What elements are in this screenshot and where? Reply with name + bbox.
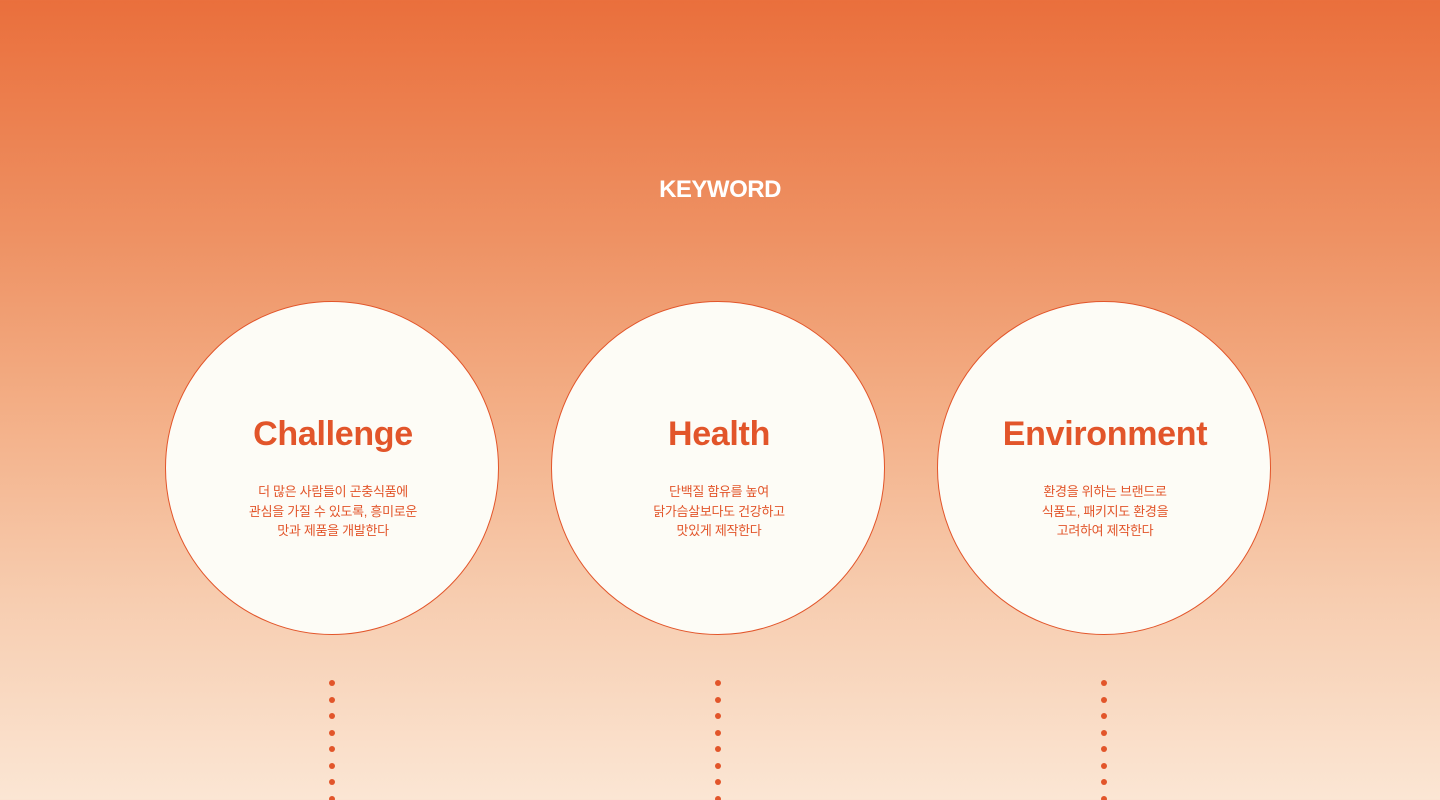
dotted-connector	[1101, 680, 1107, 800]
keyword-description: 단백질 함유를 높여 닭가슴살보다도 건강하고 맛있게 제작한다	[579, 482, 859, 541]
connector-dot	[715, 795, 721, 800]
keyword-description: 환경을 위하는 브랜드로 식품도, 패키지도 환경을 고려하여 제작한다	[965, 482, 1245, 541]
section-title: KEYWORD	[659, 176, 781, 203]
connector-dot	[329, 696, 335, 703]
keyword-list: Challenge 더 많은 사람들이 곤충식품에 관심을 가질 수 있도록, …	[0, 301, 1440, 800]
connector-dot	[1101, 746, 1107, 752]
connector-dot	[1101, 762, 1107, 769]
dotted-connector	[715, 680, 721, 800]
keyword-circle: Health 단백질 함유를 높여 닭가슴살보다도 건강하고 맛있게 제작한다	[551, 301, 885, 635]
keyword-description-line: 더 많은 사람들이 곤충식품에	[258, 484, 408, 499]
keyword-card-environment: Environment 환경을 위하는 브랜드로 식품도, 패키지도 환경을 고…	[937, 301, 1273, 800]
connector-dot	[715, 696, 721, 703]
keyword-title: Environment	[1002, 415, 1208, 453]
keyword-description-line: 닭가슴살보다도 건강하고	[653, 503, 785, 519]
keyword-description-line: 환경을 위하는 브랜드로	[1043, 484, 1167, 499]
connector-dot	[329, 746, 335, 752]
keyword-description-line: 맛과 제품을 개발한다	[277, 523, 389, 538]
keyword-card-challenge: Challenge 더 많은 사람들이 곤충식품에 관심을 가질 수 있도록, …	[165, 301, 501, 800]
connector-dot	[329, 680, 335, 686]
connector-dot	[329, 795, 335, 800]
connector-dot	[1101, 680, 1107, 686]
keyword-title: Challenge	[253, 415, 413, 453]
connector-dot	[1101, 729, 1107, 736]
keyword-description-line: 고려하여 제작한다	[1056, 523, 1154, 538]
keyword-description-line: 맛있게 제작한다	[676, 523, 762, 538]
keyword-description-line: 식품도, 패키지도 환경을	[1041, 503, 1169, 519]
connector-dot	[329, 729, 335, 736]
connector-dot	[329, 779, 335, 785]
connector-dot	[715, 779, 721, 785]
keyword-card-health: Health 단백질 함유를 높여 닭가슴살보다도 건강하고 맛있게 제작한다	[551, 301, 887, 800]
connector-dot	[715, 713, 721, 719]
connector-dot	[715, 762, 721, 769]
connector-dot	[329, 713, 335, 719]
connector-dot	[1101, 779, 1107, 785]
connector-dot	[715, 729, 721, 736]
connector-dot	[715, 746, 721, 752]
connector-dot	[329, 762, 335, 769]
connector-dot	[1101, 696, 1107, 703]
keyword-title: Health	[667, 415, 771, 453]
keyword-circle: Challenge 더 많은 사람들이 곤충식품에 관심을 가질 수 있도록, …	[165, 301, 499, 635]
connector-dot	[1101, 713, 1107, 719]
keyword-description: 더 많은 사람들이 곤충식품에 관심을 가질 수 있도록, 흥미로운 맛과 제품…	[193, 482, 473, 541]
connector-dot	[1101, 795, 1107, 800]
keyword-circle: Environment 환경을 위하는 브랜드로 식품도, 패키지도 환경을 고…	[937, 301, 1271, 635]
keyword-description-line: 관심을 가질 수 있도록, 흥미로운	[248, 503, 418, 519]
dotted-connector	[329, 680, 335, 800]
keyword-description-line: 단백질 함유를 높여	[669, 484, 769, 499]
connector-dot	[715, 680, 721, 686]
